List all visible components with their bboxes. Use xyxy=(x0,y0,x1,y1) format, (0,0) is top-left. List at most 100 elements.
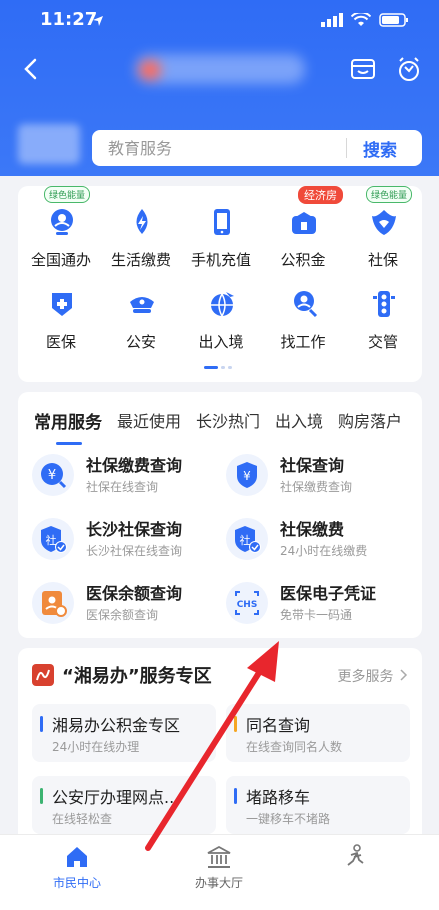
grid-item-2[interactable]: 手机充值 xyxy=(178,188,264,269)
grid-badge: 经济房 xyxy=(298,186,343,204)
more-services-link[interactable]: 更多服务 xyxy=(338,666,408,686)
zone-tile-title: 公安厅办理网点... xyxy=(52,788,180,807)
header: 11:27 搜索 xyxy=(0,0,439,176)
service-item-1[interactable]: ¥ 社保查询社保缴费查询 xyxy=(212,448,402,504)
tab-1[interactable]: 最近使用 xyxy=(117,408,181,433)
service-item-4[interactable]: 医保余额查询 医保余额查询 xyxy=(18,576,208,632)
tab-0[interactable]: 常用服务 xyxy=(34,408,102,445)
zone-tile-0[interactable]: 湘易办公积金专区 24小时在线办理 xyxy=(32,704,216,762)
search-input[interactable] xyxy=(106,137,340,159)
traffic-light-icon xyxy=(368,288,400,320)
signal-icon xyxy=(321,12,343,31)
back-button[interactable] xyxy=(18,54,46,84)
service-item-3[interactable]: 社 社保缴费 24小时在线缴费 xyxy=(212,512,402,568)
airplane-globe-icon xyxy=(206,288,238,320)
zone-tile-1[interactable]: 同名查询在线查询同名人数 xyxy=(226,704,410,762)
zone-tile-subtitle: 24小时在线办理 xyxy=(52,740,140,754)
svg-text:CHS: CHS xyxy=(237,600,258,610)
zone-tile-accent xyxy=(40,716,43,732)
bottom-tab-1[interactable]: 办事大厅 xyxy=(164,843,274,891)
grid-item-8[interactable]: 找工作 xyxy=(260,270,346,351)
zone-tile-subtitle: 在线查询同名人数 xyxy=(246,740,343,754)
zone-tile-title: 同名查询 xyxy=(246,716,311,735)
zone-tile-3[interactable]: 堵路移车 一键移车不堵路 xyxy=(226,776,410,834)
blurred-title xyxy=(135,54,305,84)
quick-service-grid: 全国通办 绿色能量 生活缴费 手机充值 公积金 经济房 社保 绿色能量 医保 公安 出入境 找工作 交管 xyxy=(18,186,422,382)
phone-icon xyxy=(206,206,238,238)
globe-service-icon xyxy=(46,206,78,238)
grid-item-4[interactable]: 社保 绿色能量 xyxy=(340,186,426,269)
zone-tile-title: 堵路移车 xyxy=(246,788,311,807)
xiangyiban-logo-icon xyxy=(32,664,54,686)
zone-tile-subtitle: 在线轻松查 xyxy=(52,812,113,826)
grid-item-label: 公积金 xyxy=(280,251,326,269)
zone-tile-2[interactable]: 公安厅办理网点... 在线轻松查 xyxy=(32,776,216,834)
card-wallet-icon[interactable] xyxy=(348,54,378,84)
grid-item-6[interactable]: 公安 xyxy=(98,270,184,351)
zone-title: “湘易办”服务专区 xyxy=(62,666,212,687)
page-indicator xyxy=(204,366,232,369)
home-icon xyxy=(63,843,91,871)
status-time: 11:27 xyxy=(40,9,98,30)
service-title: 医保余额查询 xyxy=(86,584,183,603)
grid-item-label: 全国通办 xyxy=(30,251,91,269)
grid-item-9[interactable]: 交管 xyxy=(340,270,426,351)
service-subtitle: 社保缴费查询 xyxy=(280,480,353,494)
service-title: 医保电子凭证 xyxy=(280,584,377,603)
grid-item-1[interactable]: 生活缴费 xyxy=(98,188,184,269)
service-item-0[interactable]: ¥ 社保缴费查询社保在线查询 xyxy=(18,448,208,504)
svg-text:¥: ¥ xyxy=(243,469,251,483)
tab-4[interactable]: 购房落户 xyxy=(338,408,402,433)
housing-fund-icon xyxy=(288,206,320,238)
bottom-tab-2[interactable] xyxy=(300,843,410,874)
wifi-icon xyxy=(350,11,372,31)
grid-badge: 绿色能量 xyxy=(366,186,413,203)
grid-item-label: 找工作 xyxy=(280,333,326,351)
service-title: 社保查询 xyxy=(280,456,345,475)
grid-item-3[interactable]: 公积金 经济房 xyxy=(260,186,346,269)
zone-tile-title: 湘易办公积金专区 xyxy=(52,716,181,735)
service-item-2[interactable]: 社 长沙社保查询 长沙社保在线查询 xyxy=(18,512,208,568)
status-indicators xyxy=(321,11,409,31)
search-bar: 搜索 xyxy=(92,130,422,166)
battery-icon xyxy=(379,12,409,31)
person-run-icon xyxy=(341,843,369,871)
service-title: 长沙社保查询 xyxy=(86,520,183,539)
grid-item-label: 生活缴费 xyxy=(110,251,171,269)
tab-3[interactable]: 出入境 xyxy=(275,408,323,433)
medical-insurance-icon xyxy=(46,288,78,320)
bottom-tab-bar: 市民中心 办事大厅 xyxy=(0,834,439,910)
grid-item-5[interactable]: 医保 xyxy=(18,270,104,351)
grid-item-0[interactable]: 全国通办 绿色能量 xyxy=(18,186,104,269)
blurred-city-selector[interactable] xyxy=(18,124,80,164)
service-item-5[interactable]: CHS 医保电子凭证 免带卡一码通 xyxy=(212,576,402,632)
timer-icon[interactable] xyxy=(394,54,424,84)
nav-bar xyxy=(0,48,439,92)
search-button[interactable]: 搜索 xyxy=(363,136,397,161)
search-divider xyxy=(346,138,347,158)
location-arrow-icon xyxy=(92,12,104,31)
chevron-right-icon xyxy=(398,669,408,685)
grid-item-label: 出入境 xyxy=(198,333,244,351)
utility-bolt-icon xyxy=(126,206,158,238)
svg-text:社: 社 xyxy=(46,533,57,547)
svg-text:¥: ¥ xyxy=(48,468,56,483)
service-title: 社保缴费 xyxy=(280,520,345,539)
grid-item-7[interactable]: 出入境 xyxy=(178,270,264,351)
tab-2[interactable]: 长沙热门 xyxy=(196,408,260,433)
chs-code-icon: CHS xyxy=(226,582,268,624)
grid-item-label: 社保 xyxy=(367,251,398,269)
social-security-icon xyxy=(368,206,400,238)
job-search-icon xyxy=(288,288,320,320)
shield-check-icon: 社 xyxy=(226,518,268,560)
bottom-tab-0[interactable]: 市民中心 xyxy=(22,843,132,891)
yuan-search-icon: ¥ xyxy=(32,454,74,496)
grid-badge: 绿色能量 xyxy=(44,186,91,203)
zone-tile-accent xyxy=(234,788,237,804)
zone-tile-accent xyxy=(40,788,43,804)
service-subtitle: 社保在线查询 xyxy=(86,480,159,494)
xiangyiban-zone-card: “湘易办”服务专区 更多服务 湘易办公积金专区 24小时在线办理 同名查询在线查询同… xyxy=(18,648,422,848)
grid-item-label: 公安 xyxy=(125,333,156,351)
service-title: 社保缴费查询 xyxy=(86,456,183,475)
shield-check-icon: 社 xyxy=(32,518,74,560)
